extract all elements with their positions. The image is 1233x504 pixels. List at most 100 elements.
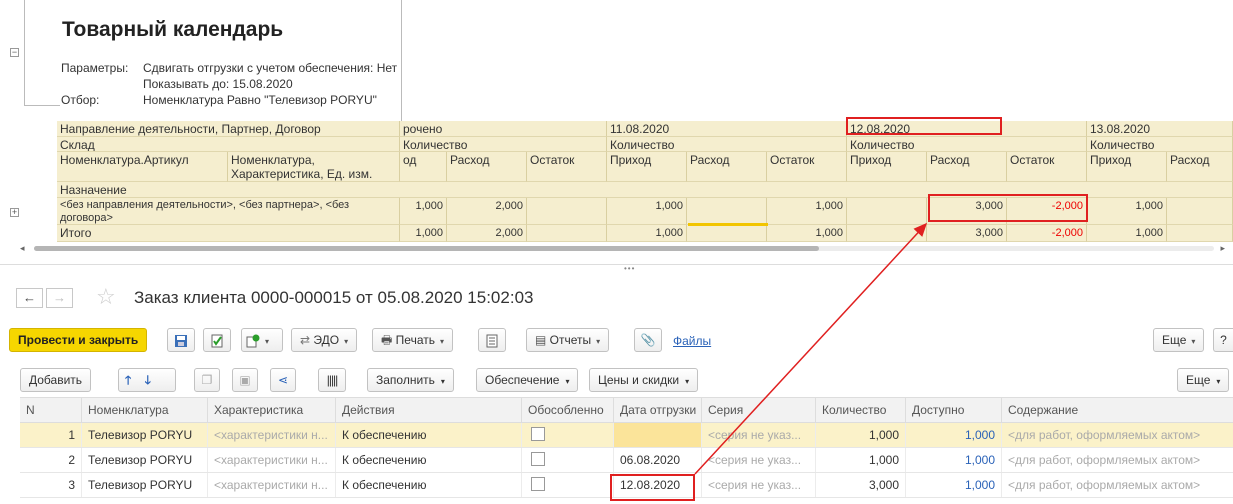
barcode-button[interactable]: ||||| — [318, 368, 346, 392]
fill-button[interactable]: Заполнить ▾ — [367, 368, 454, 392]
col-header[interactable]: Действия — [336, 398, 522, 423]
characteristic-cell[interactable]: <характеристики н... — [208, 473, 336, 497]
save-button[interactable] — [167, 328, 195, 352]
table-more-button[interactable]: Еще ▾ — [1177, 368, 1230, 392]
split-icon: ⋖ — [277, 373, 289, 387]
horizontal-scrollbar[interactable]: ◂ ▸ — [20, 243, 1225, 253]
document-list-icon — [486, 334, 498, 348]
content-cell[interactable]: <для работ, оформляемых актом> — [1002, 448, 1233, 472]
table-row[interactable]: 3 Телевизор PORYU <характеристики н... К… — [20, 473, 1233, 498]
col-header[interactable]: Обособленно — [522, 398, 614, 423]
filter-label: Отбор: — [61, 93, 100, 107]
reports-label: Отчеты — [549, 333, 592, 347]
post-button[interactable] — [203, 328, 231, 352]
param-value: Показывать до: 15.08.2020 — [143, 77, 293, 91]
col-header[interactable]: N — [20, 398, 82, 423]
col-in: Приход — [847, 152, 927, 182]
available-cell[interactable]: 1,000 — [906, 448, 1002, 472]
qty-cell[interactable]: 1,000 — [816, 448, 906, 472]
row-value: 1,000 — [400, 198, 447, 225]
related-docs-button[interactable] — [478, 328, 506, 352]
table-row[interactable]: 1 Телевизор PORYU <характеристики н... К… — [20, 423, 1233, 448]
total-value: 2,000 — [447, 225, 527, 242]
separate-checkbox[interactable] — [531, 452, 545, 466]
add-button[interactable]: Добавить — [20, 368, 92, 392]
ship-date-cell[interactable] — [614, 423, 702, 447]
total-value: -2,000 — [1007, 225, 1087, 242]
content-cell[interactable]: <для работ, оформляемых актом> — [1002, 473, 1233, 497]
col-header[interactable]: Характеристика — [208, 398, 336, 423]
action-cell[interactable]: К обеспечению — [336, 448, 522, 472]
series-cell[interactable]: <серия не указ... — [702, 473, 816, 497]
favorite-star-icon[interactable]: ☆ — [96, 284, 116, 310]
report-icon: ▤ — [535, 333, 550, 347]
move-buttons[interactable]: 🡑 🡓 — [118, 368, 176, 392]
arrow-up-icon[interactable]: 🡑 — [125, 373, 131, 387]
available-cell[interactable]: 1,000 — [906, 473, 1002, 497]
scroll-right-icon[interactable]: ▸ — [1220, 243, 1225, 254]
total-value: 1,000 — [607, 225, 687, 242]
action-cell[interactable]: К обеспечению — [336, 423, 522, 447]
collapse-icon[interactable]: − — [10, 48, 19, 57]
scroll-thumb[interactable] — [34, 246, 819, 251]
series-cell[interactable]: <серия не указ... — [702, 423, 816, 447]
edo-button[interactable]: ⇄ ЭДО ▾ — [291, 328, 358, 352]
col-header[interactable]: Дата отгрузки — [614, 398, 702, 423]
prices-button[interactable]: Цены и скидки ▾ — [589, 368, 699, 392]
forward-button[interactable]: → — [46, 288, 73, 308]
back-button[interactable]: ← — [16, 288, 43, 308]
row-value: -2,000 — [1007, 198, 1087, 225]
series-cell[interactable]: <серия не указ... — [702, 448, 816, 472]
hdr-qty: Количество — [847, 137, 1087, 152]
copy-icon: ❐ — [201, 373, 213, 387]
col-header[interactable]: Содержание — [1002, 398, 1233, 423]
panel-splitter[interactable] — [0, 264, 1233, 268]
col-in: Приход — [1087, 152, 1167, 182]
hdr-date: 13.08.2020 — [1087, 121, 1233, 137]
help-button[interactable]: ? — [1213, 328, 1233, 352]
create-based-on-button[interactable]: ▾ — [241, 328, 283, 352]
item-cell[interactable]: Телевизор PORYU — [82, 423, 208, 447]
supply-button[interactable]: Обеспечение ▾ — [476, 368, 579, 392]
paste-button[interactable]: ▣ — [232, 368, 258, 392]
copy-button[interactable]: ❐ — [194, 368, 220, 392]
item-cell[interactable]: Телевизор PORYU — [82, 473, 208, 497]
col-header[interactable]: Серия — [702, 398, 816, 423]
files-link[interactable]: Файлы — [673, 334, 711, 348]
report-title: Товарный календарь — [62, 18, 284, 41]
table-row[interactable]: 2 Телевизор PORYU <характеристики н... К… — [20, 448, 1233, 473]
action-cell[interactable]: К обеспечению — [336, 473, 522, 497]
available-cell[interactable]: 1,000 — [906, 423, 1002, 447]
row-value: 1,000 — [607, 198, 687, 225]
item-cell[interactable]: Телевизор PORYU — [82, 448, 208, 472]
scroll-left-icon[interactable]: ◂ — [20, 243, 25, 254]
qty-cell[interactable]: 3,000 — [816, 473, 906, 497]
ship-date-cell[interactable]: 06.08.2020 — [614, 448, 702, 472]
col-header[interactable]: Доступно — [906, 398, 1002, 423]
col-header[interactable]: Количество — [816, 398, 906, 423]
col-header[interactable]: Номенклатура — [82, 398, 208, 423]
arrow-down-icon[interactable]: 🡓 — [145, 373, 151, 387]
reports-button[interactable]: ▤ Отчеты ▾ — [526, 328, 610, 352]
total-label: Итого — [57, 225, 400, 242]
param-label: Параметры: — [61, 61, 129, 75]
total-value — [847, 225, 927, 242]
expand-icon[interactable]: + — [10, 208, 19, 217]
splitter-grip-icon[interactable]: ••• — [624, 264, 635, 273]
print-button[interactable]: 🖶 Печать ▾ — [372, 328, 453, 352]
post-and-close-button[interactable]: Провести и закрыть — [9, 328, 148, 352]
row-label[interactable]: <без направления деятельности>, <без пар… — [57, 198, 400, 225]
col-rest: Остаток — [1007, 152, 1087, 182]
qty-cell[interactable]: 1,000 — [816, 423, 906, 447]
separate-checkbox[interactable] — [531, 427, 545, 441]
more-button[interactable]: Еще ▾ — [1153, 328, 1205, 352]
ship-date-cell[interactable]: 12.08.2020 — [614, 473, 702, 497]
total-value — [687, 225, 767, 242]
characteristic-cell[interactable]: <характеристики н... — [208, 423, 336, 447]
attach-button[interactable]: 📎 — [634, 328, 662, 352]
characteristic-cell[interactable]: <характеристики н... — [208, 448, 336, 472]
col-rest: Остаток — [527, 152, 607, 182]
split-row-button[interactable]: ⋖ — [270, 368, 296, 392]
separate-checkbox[interactable] — [531, 477, 545, 491]
content-cell[interactable]: <для работ, оформляемых актом> — [1002, 423, 1233, 447]
